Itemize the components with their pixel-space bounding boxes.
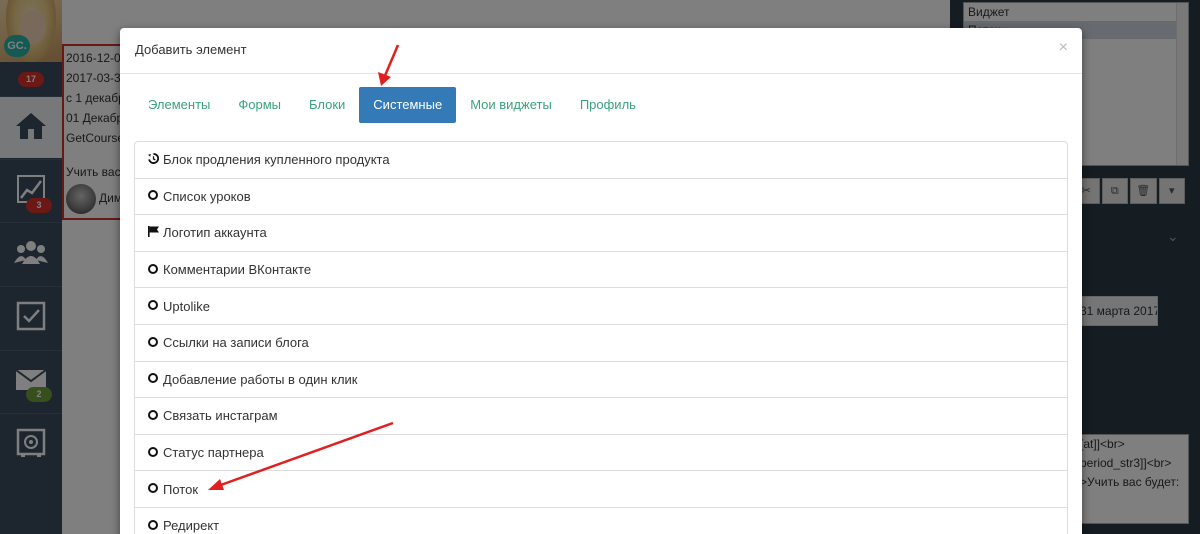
- list-item-label: Ссылки на записи блога: [163, 335, 309, 351]
- element-tabs: Элементы Формы Блоки Системные Мои видже…: [134, 87, 650, 123]
- list-item-link-instagram[interactable]: Связать инстаграм: [135, 398, 1067, 435]
- list-item-partner-status[interactable]: Статус партнера: [135, 435, 1067, 472]
- list-item-label: Поток: [163, 481, 199, 497]
- list-item-label: Логотип аккаунта: [163, 225, 267, 241]
- circle-icon: [148, 409, 158, 423]
- list-item-label: Добавление работы в один клик: [163, 371, 358, 387]
- circle-icon: [148, 372, 158, 386]
- history-icon: [148, 152, 160, 167]
- list-item-lessons-list[interactable]: Список уроков: [135, 179, 1067, 216]
- flag-icon: [148, 225, 159, 240]
- list-item-label: Связать инстаграм: [163, 408, 278, 424]
- tab-elements[interactable]: Элементы: [134, 87, 224, 123]
- list-item-one-click-work[interactable]: Добавление работы в один клик: [135, 362, 1067, 399]
- list-item-label: Uptolike: [163, 298, 210, 314]
- tab-profile[interactable]: Профиль: [566, 87, 650, 123]
- list-item-stream[interactable]: Поток: [135, 471, 1067, 508]
- list-item-label: Комментарии ВКонтакте: [163, 262, 312, 278]
- list-item-label: Статус партнера: [163, 445, 264, 461]
- list-item-redirect[interactable]: Редирект: [135, 508, 1067, 534]
- list-item-blog-links[interactable]: Ссылки на записи блога: [135, 325, 1067, 362]
- circle-icon: [148, 519, 158, 533]
- list-item-label: Блок продления купленного продукта: [163, 152, 390, 168]
- list-item-vk-comments[interactable]: Комментарии ВКонтакте: [135, 252, 1067, 289]
- list-item-label: Список уроков: [163, 188, 251, 204]
- circle-icon: [148, 299, 158, 313]
- tab-system[interactable]: Системные: [359, 87, 457, 123]
- circle-icon: [148, 482, 158, 496]
- tab-forms[interactable]: Формы: [224, 87, 295, 123]
- tab-my-widgets[interactable]: Мои виджеты: [456, 87, 566, 123]
- list-item-label: Редирект: [163, 518, 220, 534]
- circle-icon: [148, 189, 158, 203]
- close-icon[interactable]: ×: [1059, 39, 1068, 57]
- system-elements-list: Блок продления купленного продукта Списо…: [134, 141, 1068, 534]
- list-item-account-logo[interactable]: Логотип аккаунта: [135, 215, 1067, 252]
- add-element-modal: Добавить элемент × Элементы Формы Блоки …: [120, 28, 1082, 534]
- circle-icon: [148, 263, 158, 277]
- list-item-renewal-block[interactable]: Блок продления купленного продукта: [135, 142, 1067, 179]
- modal-header: Добавить элемент ×: [120, 28, 1082, 74]
- list-item-uptolike[interactable]: Uptolike: [135, 288, 1067, 325]
- circle-icon: [148, 336, 158, 350]
- circle-icon: [148, 446, 158, 460]
- modal-title: Добавить элемент: [135, 42, 247, 57]
- tab-blocks[interactable]: Блоки: [295, 87, 359, 123]
